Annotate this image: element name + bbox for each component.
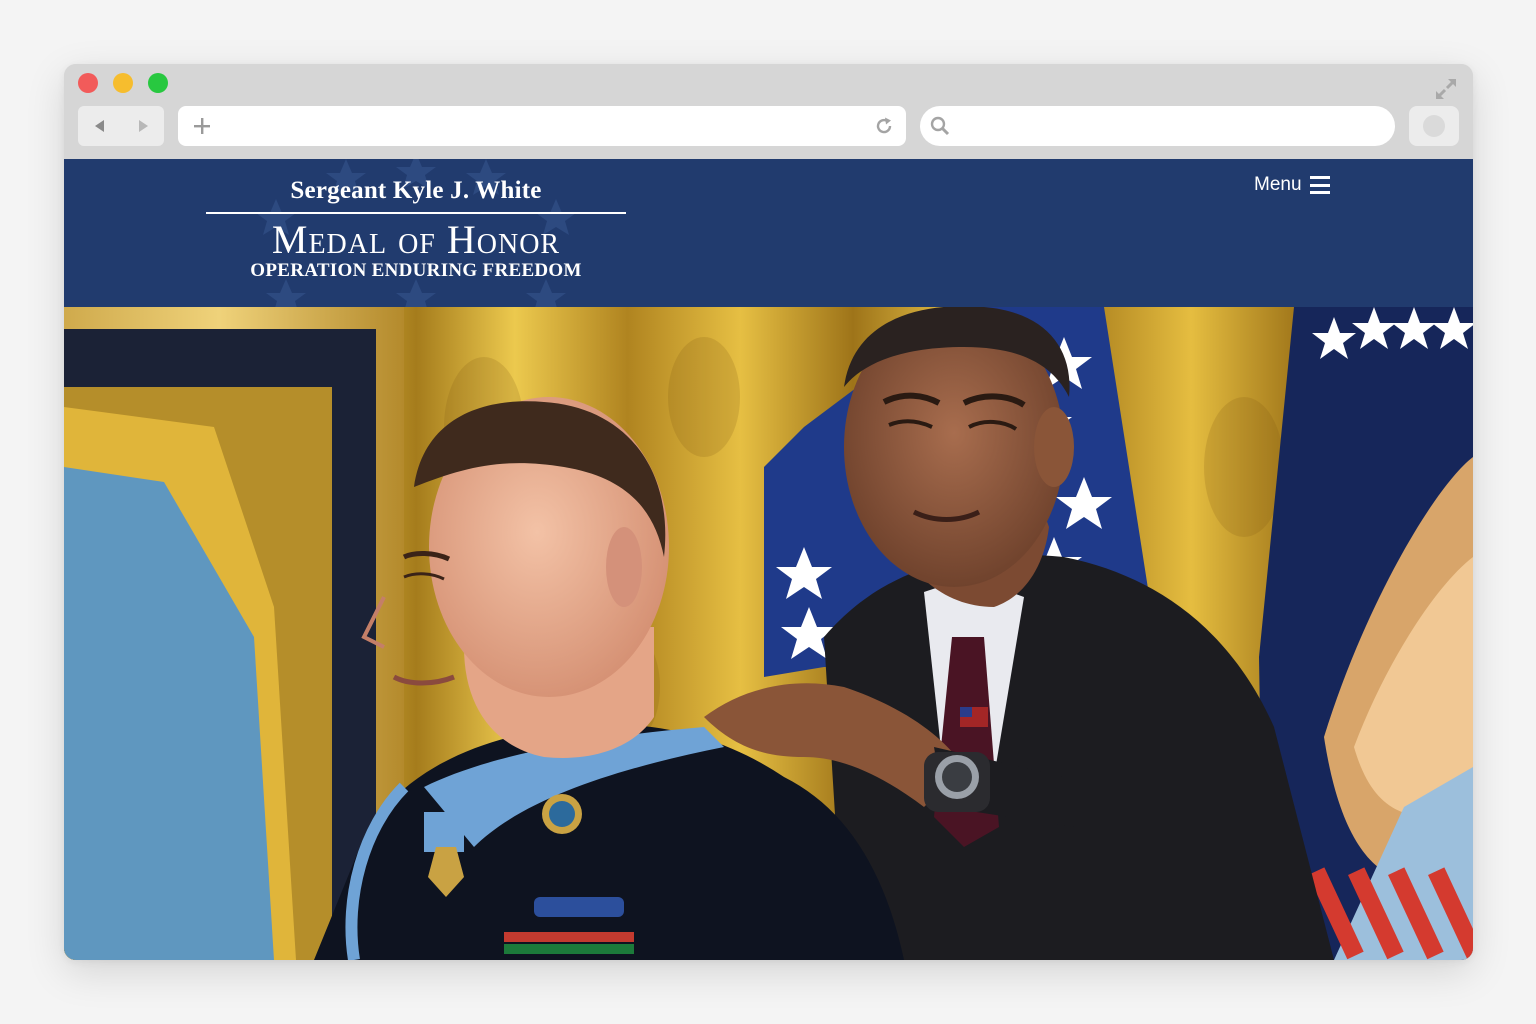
hero-image <box>64 307 1473 960</box>
forward-button[interactable] <box>121 106 164 146</box>
browser-window: Sergeant Kyle J. White Medal of Honor OP… <box>64 64 1473 960</box>
back-icon <box>94 120 104 132</box>
search-input[interactable] <box>960 106 1384 148</box>
logo-subtitle: OPERATION ENDURING FREEDOM <box>250 260 582 281</box>
minimize-window-button[interactable] <box>113 73 133 93</box>
back-button[interactable] <box>78 106 121 146</box>
logo-name: Sergeant Kyle J. White <box>290 177 542 204</box>
logo-title: Medal of Honor <box>271 217 561 262</box>
browser-toolbar <box>64 64 1473 159</box>
menu-button[interactable]: Menu <box>1254 171 1330 199</box>
site-logo[interactable]: Sergeant Kyle J. White Medal of Honor OP… <box>206 159 626 307</box>
hamburger-icon <box>1309 176 1330 194</box>
url-input[interactable] <box>224 106 858 148</box>
logo-divider <box>206 212 626 214</box>
site-header: Sergeant Kyle J. White Medal of Honor OP… <box>64 159 1473 307</box>
new-tab-icon[interactable] <box>190 114 214 138</box>
reload-icon[interactable] <box>872 114 896 138</box>
forward-icon <box>138 120 148 132</box>
close-window-button[interactable] <box>78 73 98 93</box>
search-bar[interactable] <box>920 106 1395 148</box>
menu-label: Menu <box>1254 174 1302 195</box>
fullscreen-icon[interactable] <box>1433 76 1459 102</box>
address-bar[interactable] <box>178 106 906 148</box>
extension-icon <box>1423 115 1445 137</box>
search-icon <box>928 114 952 138</box>
extension-button[interactable] <box>1409 106 1459 146</box>
history-nav-group <box>78 106 164 146</box>
maximize-window-button[interactable] <box>148 73 168 93</box>
